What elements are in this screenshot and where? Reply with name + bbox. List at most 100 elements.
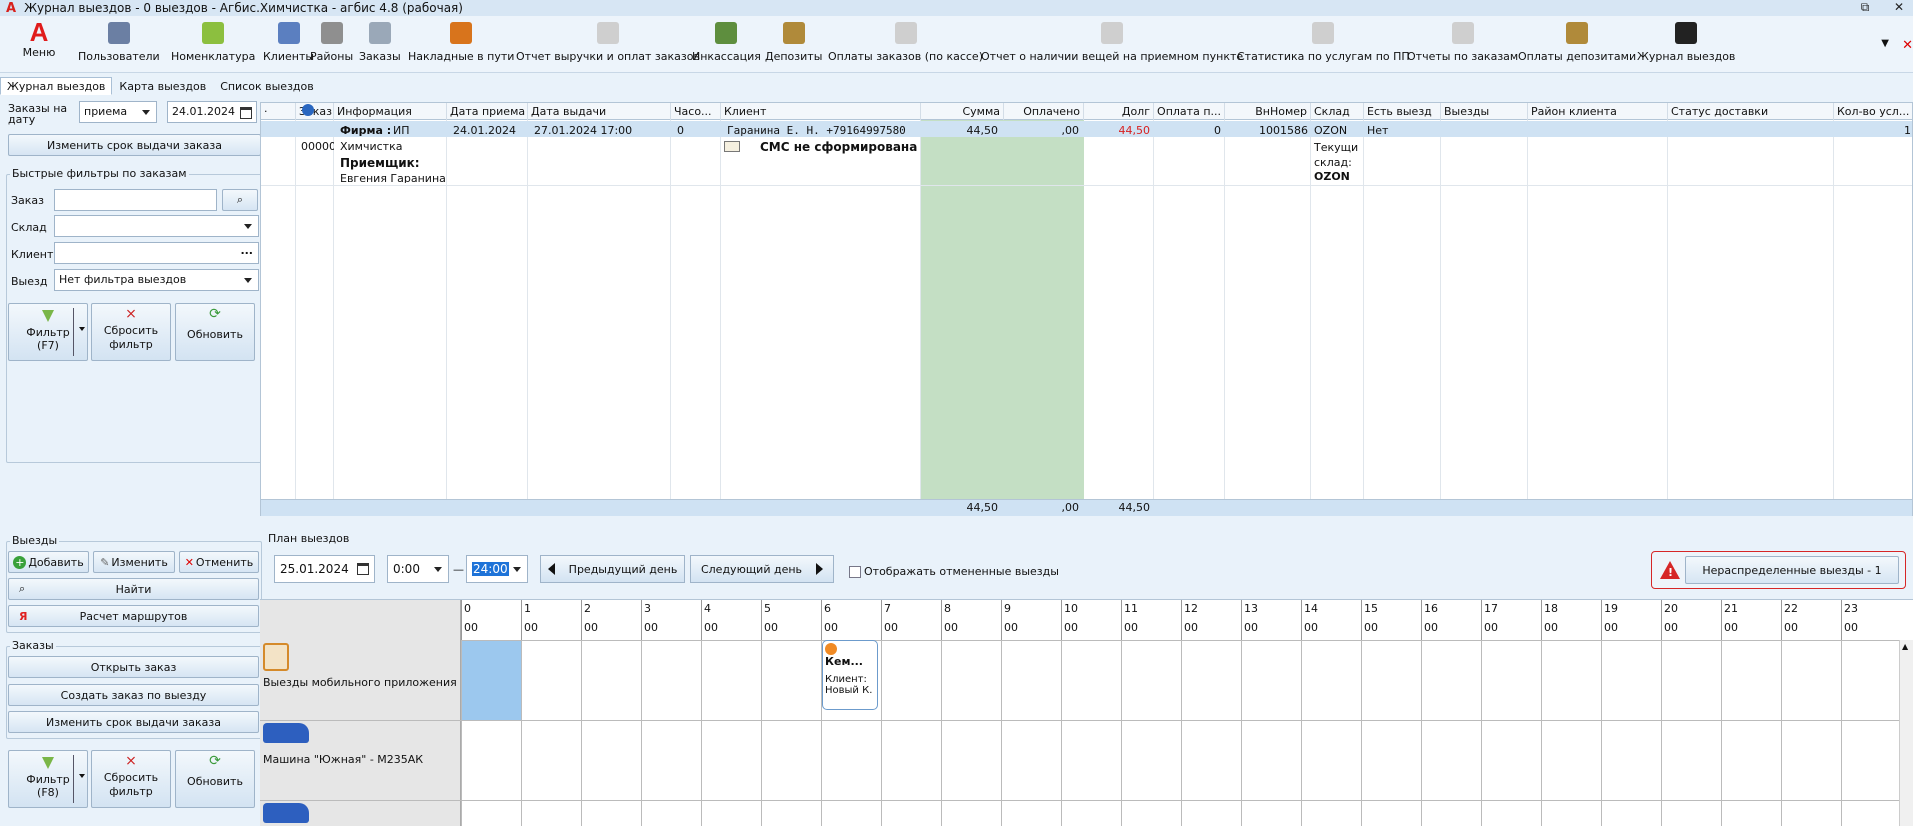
column-header[interactable]: Оплачено [1004,103,1084,120]
calendar-icon[interactable] [240,107,252,119]
next-day-button[interactable]: Следующий день [690,555,834,583]
column-header[interactable]: Клиент [721,103,921,120]
column-header[interactable]: ВнНомер [1225,103,1311,120]
trip-filter-select[interactable]: Нет фильтра выездов [54,269,259,291]
close-window-icon[interactable]: ✕ [1889,0,1909,14]
column-header[interactable]: Статус доставки [1668,103,1834,120]
date-type-select[interactable]: приема [79,101,157,123]
selected-time-slot[interactable] [462,641,521,720]
users-icon [107,22,130,44]
ribbon-item-11[interactable]: Статистика по услугам по ПП [1237,20,1410,70]
add-trip-button[interactable]: + Добавить [8,551,89,573]
hour-label: 13 [1244,602,1258,615]
plan-title: План выездов [268,532,350,545]
client-filter-input[interactable]: ... [54,242,259,264]
order-search-button[interactable]: ⌕ [222,189,258,211]
hour-label: 18 [1544,602,1558,615]
ribbon-close-icon[interactable]: ✕ [1902,38,1913,53]
tab-trips-map[interactable]: Карта выездов [112,77,213,95]
column-header[interactable]: Сумма [921,103,1004,120]
column-header[interactable]: Часо... [671,103,721,120]
client-picker-dots-icon[interactable]: ... [240,244,253,257]
cell-debt: 44,50 [1118,124,1151,137]
header-divider [461,640,1901,641]
menu-button[interactable]: A Меню [8,18,70,70]
order-filter-input[interactable] [54,189,217,211]
time-from-select[interactable]: 0:00 [387,555,449,583]
reset-filter-button-2[interactable]: ⨯ Сбросить фильтр [91,750,171,808]
search-icon: ⌕ [236,193,244,206]
ribbon-item-1[interactable]: Номенклатура [171,20,255,70]
ribbon-item-2[interactable]: Клиенты [263,20,314,70]
schedule-vertical-scrollbar[interactable]: ▲ [1899,640,1913,826]
column-header[interactable]: Оплата п... [1154,103,1225,120]
reset-filter-button[interactable]: ⨯ Сбросить фильтр [91,303,171,361]
calendar-icon[interactable] [357,563,369,575]
chevron-down-icon [244,278,252,283]
column-header[interactable]: Дата приема [447,103,528,120]
van-icon [263,803,309,823]
minute-label: 00 [1244,621,1258,634]
column-header[interactable]: Выезды [1441,103,1528,120]
column-header[interactable]: Кол-во усл... [1834,103,1913,120]
ribbon-item-8[interactable]: Депозиты [765,20,822,70]
find-trip-button[interactable]: ⌕ Найти [8,578,259,600]
ribbon-item-12[interactable]: Отчеты по заказам [1407,20,1518,70]
restore-window-icon[interactable]: ⧉ [1855,0,1875,15]
ribbon-item-9[interactable]: Оплаты заказов (по кассе) [828,20,983,70]
column-header[interactable]: Долг [1084,103,1154,120]
ribbon-item-10[interactable]: Отчет о наличии вещей на приемном пункте [981,20,1243,70]
edit-trip-button[interactable]: ✎ Изменить [93,551,175,573]
tab-trips-journal[interactable]: Журнал выездов [0,77,113,95]
ribbon-item-13[interactable]: Оплаты депозитами [1518,20,1636,70]
ribbon-item-7[interactable]: Инкассация [692,20,761,70]
ribbon-collapse-icon[interactable]: ▼ [1881,38,1889,49]
column-header[interactable]: Есть выезд [1364,103,1441,120]
column-header[interactable]: Информация [334,103,447,120]
column-header[interactable]: Склад [1311,103,1364,120]
show-cancelled-checkbox[interactable] [849,566,861,578]
change-due-date-button-2[interactable]: Изменить срок выдачи заказа [8,711,259,733]
chevron-down-icon[interactable] [79,327,85,331]
scroll-up-icon[interactable]: ▲ [1902,642,1908,651]
warehouse-filter-select[interactable] [54,215,259,237]
unassigned-trips-button[interactable]: Нераспределенные выезды - 1 [1685,556,1899,584]
change-due-date-button[interactable]: Изменить срок выдачи заказа [8,134,261,156]
ribbon-item-5[interactable]: Накладные в пути [408,20,514,70]
create-order-from-trip-button[interactable]: Создать заказ по выезду [8,684,259,706]
ribbon-item-4[interactable]: Заказы [359,20,401,70]
hour-header: 4 00 [701,600,761,640]
filter-button[interactable]: Фильтр (F7) [8,303,88,361]
hour-label: 15 [1364,602,1378,615]
refresh-button-2[interactable]: ⟳ Обновить [175,750,255,808]
previous-day-button[interactable]: Предыдущий день [540,555,685,583]
plan-date-input[interactable]: 25.01.2024 [274,555,375,583]
tab-trips-list[interactable]: Список выездов [213,77,321,95]
add-trip-label: Добавить [28,555,84,569]
open-order-button[interactable]: Открыть заказ [8,656,259,678]
chevron-down-icon[interactable] [79,774,85,778]
time-to-select[interactable]: 24:00 [466,555,528,583]
view-tabs: Журнал выездов Карта выездов Список выез… [0,77,321,95]
route-calculation-button[interactable]: Я Расчет маршрутов [8,605,259,627]
warning-exclamation: ! [1668,566,1674,579]
column-header[interactable]: Район клиента [1528,103,1668,120]
ribbon-item-label: Пользователи [78,50,160,63]
minute-label: 00 [1424,621,1438,634]
trip-event-card[interactable]: Кем... Клиент: Новый К. [822,640,878,710]
ribbon-item-0[interactable]: Пользователи [78,20,160,70]
ribbon-item-label: Районы [310,50,354,63]
cancel-trip-button[interactable]: ✕ Отменить [179,551,259,573]
hour-gridline [1001,640,1002,826]
column-header[interactable]: Дата выдачи [528,103,671,120]
refresh-button[interactable]: ⟳ Обновить [175,303,255,361]
hour-label: 1 [524,602,531,615]
orders-date-input[interactable]: 24.01.2024 [167,101,257,123]
ribbon-item-6[interactable]: Отчет выручки и оплат заказов [516,20,700,70]
filter-button-2[interactable]: Фильтр (F8) [8,750,88,808]
hour-header: 22 00 [1781,600,1841,640]
ribbon-item-14[interactable]: Журнал выездов [1637,20,1735,70]
ribbon-item-3[interactable]: Районы [310,20,353,70]
orders-group-title: Заказы [10,639,56,652]
column-header[interactable]: · [261,103,296,120]
